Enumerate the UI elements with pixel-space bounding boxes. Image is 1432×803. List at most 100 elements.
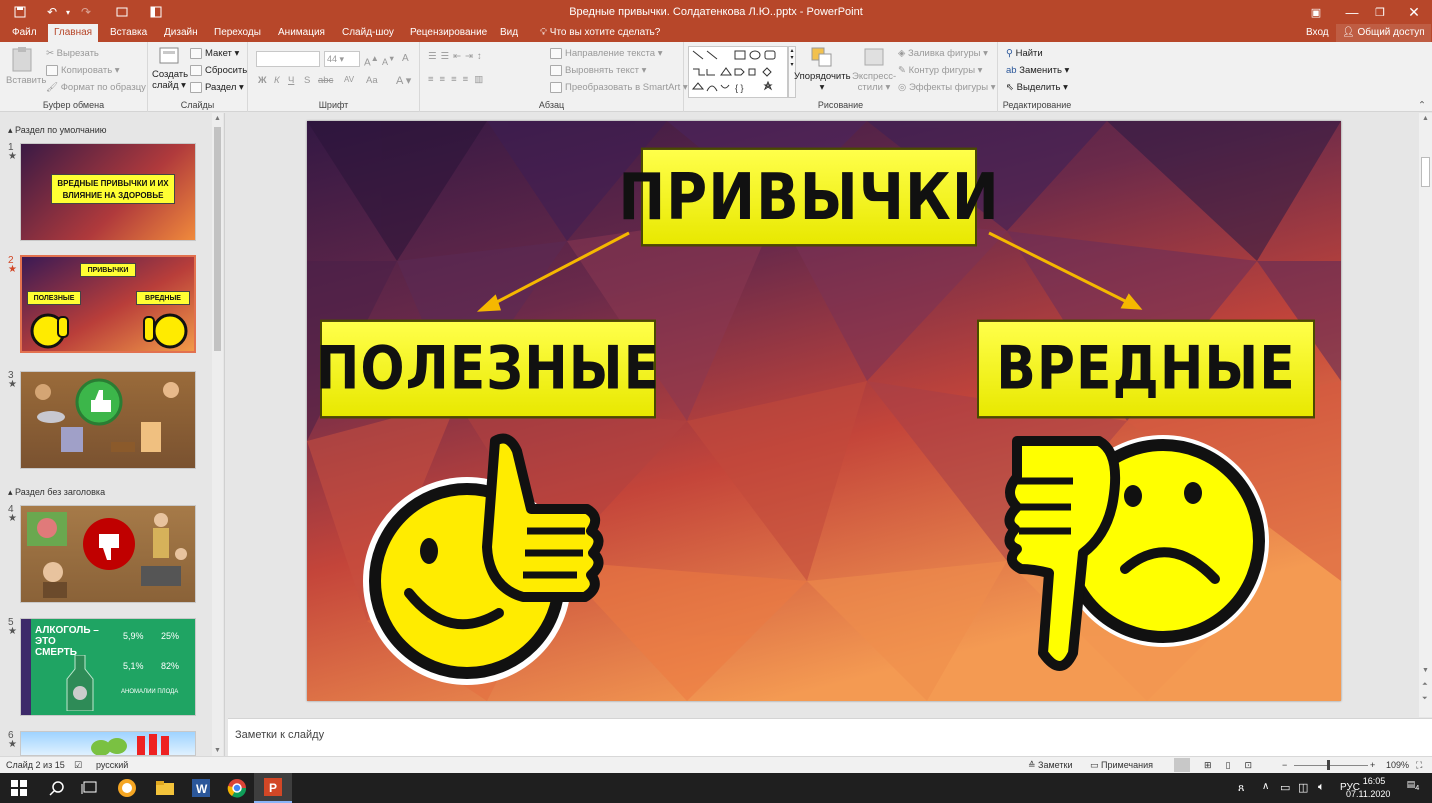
- language-indicator[interactable]: русский: [96, 760, 128, 770]
- close-icon[interactable]: ✕: [1396, 0, 1432, 24]
- zoom-slider-thumb[interactable]: [1327, 760, 1330, 770]
- section-untitled[interactable]: ▴ Раздел без заголовка: [8, 487, 105, 498]
- file-explorer-icon[interactable]: [146, 773, 184, 803]
- shrink-font-button[interactable]: A▼: [382, 54, 395, 67]
- thumbnail-slide-1[interactable]: ВРЕДНЫЕ ПРИВЫЧКИ И ИХ ВЛИЯНИЕ НА ЗДОРОВЬ…: [20, 143, 196, 241]
- cut-button[interactable]: ✂ Вырезать: [46, 48, 99, 59]
- scroll-up-arrow[interactable]: ▲: [214, 115, 221, 122]
- select-button[interactable]: ⇖ Выделить ▾: [1006, 82, 1068, 93]
- italic-button[interactable]: К: [274, 75, 280, 86]
- volume-icon[interactable]: 🔈︎: [1318, 781, 1325, 794]
- tab-file[interactable]: Файл: [6, 24, 43, 42]
- current-slide[interactable]: ПРИВЫЧКИ ПОЛЕЗНЫЕ ВРЕДНЫЕ: [307, 121, 1341, 701]
- clock-time[interactable]: 16:05: [1356, 776, 1392, 786]
- tab-slideshow[interactable]: Слайд-шоу: [336, 24, 400, 42]
- notification-center-icon[interactable]: ▤4: [1404, 779, 1422, 797]
- normal-view-button[interactable]: [1174, 758, 1190, 772]
- strikethrough-button[interactable]: abc: [318, 75, 333, 86]
- new-slide-button[interactable]: Создать слайд ▾: [152, 46, 188, 91]
- format-painter-button[interactable]: 🖌︎ Формат по образцу: [46, 82, 146, 93]
- grow-font-button[interactable]: A▲: [364, 53, 379, 68]
- align-buttons[interactable]: ≡≡≡≡▥: [428, 74, 489, 85]
- thumbs-down-sad-icon[interactable]: [997, 421, 1287, 691]
- shapes-gallery[interactable]: { }: [688, 46, 788, 98]
- change-case-button[interactable]: Aa: [366, 75, 378, 86]
- char-spacing-button[interactable]: AV: [344, 75, 354, 84]
- shadow-button[interactable]: S: [304, 75, 310, 86]
- network-icon[interactable]: ◫: [1298, 781, 1308, 794]
- shape-effects-button[interactable]: ◎ Эффекты фигуры ▾: [898, 82, 996, 93]
- font-size-dropdown[interactable]: 44 ▾: [324, 51, 360, 67]
- collapse-ribbon-icon[interactable]: ⌃: [1418, 100, 1426, 111]
- replace-button[interactable]: ab Заменить ▾: [1006, 65, 1069, 76]
- restore-icon[interactable]: ❐: [1362, 0, 1398, 24]
- notes-toggle[interactable]: ≙ Заметки: [1028, 760, 1072, 771]
- text-direction-button[interactable]: Направление текста ▾: [550, 48, 662, 59]
- section-button[interactable]: Раздел ▾: [190, 82, 244, 93]
- powerpoint-icon[interactable]: P: [254, 773, 292, 803]
- tab-review[interactable]: Рецензирование: [404, 24, 493, 42]
- scroll-thumb-left[interactable]: [214, 127, 221, 351]
- tray-expand-icon[interactable]: ∧: [1262, 781, 1269, 792]
- underline-button[interactable]: Ч: [288, 75, 294, 86]
- notes-pane[interactable]: Заметки к слайду: [228, 718, 1432, 756]
- scroll-thumb-right[interactable]: [1421, 157, 1430, 187]
- font-name-dropdown[interactable]: [256, 51, 320, 67]
- arrange-button[interactable]: Упорядочить ▾: [794, 46, 851, 93]
- scroll-down-arrow-right[interactable]: ▼: [1422, 667, 1429, 674]
- zoom-slider[interactable]: [1294, 765, 1368, 766]
- box-habits[interactable]: ПРИВЫЧКИ: [618, 147, 999, 247]
- box-harmful[interactable]: ВРЕДНЫЕ: [977, 319, 1315, 419]
- reset-button[interactable]: Сбросить: [190, 65, 247, 76]
- slide-scrollbar[interactable]: ▲ ▼ ⏶ ⏷: [1419, 113, 1432, 717]
- clear-format-button[interactable]: A: [402, 53, 409, 64]
- shape-fill-button[interactable]: ◈ Заливка фигуры ▾: [898, 48, 988, 59]
- copy-button[interactable]: Копировать ▾: [46, 65, 120, 76]
- share-button[interactable]: 👤︎ Общий доступ: [1336, 24, 1431, 42]
- bold-button[interactable]: Ж: [258, 75, 267, 86]
- thumbs-up-smiley-icon[interactable]: [337, 421, 637, 691]
- zoom-out-button[interactable]: −: [1282, 760, 1287, 770]
- person-tray-icon[interactable]: ጸ: [1238, 782, 1244, 795]
- quick-styles-button[interactable]: Экспресс- стили ▾: [852, 46, 896, 93]
- thumbnail-scrollbar[interactable]: ▲ ▼: [212, 113, 223, 756]
- find-button[interactable]: ⚲ Найти: [1006, 48, 1043, 59]
- section-default[interactable]: ▴ Раздел по умолчанию: [8, 125, 107, 136]
- start-button[interactable]: [0, 773, 38, 803]
- list-buttons[interactable]: ☰☰⇤⇥↕: [428, 51, 486, 62]
- thumbnail-slide-3[interactable]: [20, 371, 196, 469]
- thumbnail-slide-5[interactable]: АЛКОГОЛЬ – ЭТО СМЕРТЬ 5,9% 25% 5,1% 82% АН…: [20, 618, 196, 716]
- ribbon-display-icon[interactable]: ▣: [1298, 0, 1334, 24]
- tab-view[interactable]: Вид: [494, 24, 524, 42]
- tell-me-box[interactable]: 💡︎ Что вы хотите сделать?: [534, 24, 666, 42]
- prev-slide-icon[interactable]: ⏶: [1422, 681, 1428, 689]
- tab-transitions[interactable]: Переходы: [208, 24, 267, 42]
- scroll-down-arrow[interactable]: ▼: [214, 747, 221, 754]
- clock-date[interactable]: 07.11.2020: [1346, 789, 1390, 799]
- word-icon[interactable]: W: [182, 773, 220, 803]
- spellcheck-icon[interactable]: ☑︎: [74, 760, 82, 771]
- view-buttons[interactable]: ⊞▯⊡: [1204, 760, 1266, 771]
- sign-in-link[interactable]: Вход: [1300, 24, 1335, 42]
- yandex-browser-icon[interactable]: [108, 773, 146, 803]
- next-slide-icon[interactable]: ⏷: [1422, 695, 1428, 703]
- chrome-icon[interactable]: [218, 773, 256, 803]
- battery-icon[interactable]: ▭: [1280, 781, 1290, 794]
- thumbnail-slide-2[interactable]: ПРИВЫЧКИ ПОЛЕЗНЫЕ ВРЕДНЫЕ: [20, 255, 196, 353]
- font-color-button[interactable]: A ▾: [396, 74, 411, 87]
- tab-insert[interactable]: Вставка: [104, 24, 153, 42]
- scroll-up-arrow-right[interactable]: ▲: [1422, 115, 1429, 122]
- thumbnail-slide-6[interactable]: [20, 731, 196, 756]
- paste-button[interactable]: Вставить: [6, 46, 46, 86]
- zoom-in-button[interactable]: +: [1370, 760, 1375, 770]
- task-view-icon[interactable]: [70, 773, 108, 803]
- tab-animation[interactable]: Анимация: [272, 24, 331, 42]
- zoom-level[interactable]: 109%: [1386, 760, 1409, 770]
- tab-home[interactable]: Главная: [48, 24, 99, 42]
- thumbnail-slide-4[interactable]: [20, 505, 196, 603]
- fit-slide-icon[interactable]: ⛶: [1416, 760, 1422, 771]
- align-text-button[interactable]: Выровнять текст ▾: [550, 65, 646, 76]
- shape-outline-button[interactable]: ✎ Контур фигуры ▾: [898, 65, 982, 76]
- comments-toggle[interactable]: ▭ Примечания: [1090, 760, 1153, 771]
- box-useful[interactable]: ПОЛЕЗНЫЕ: [316, 319, 659, 419]
